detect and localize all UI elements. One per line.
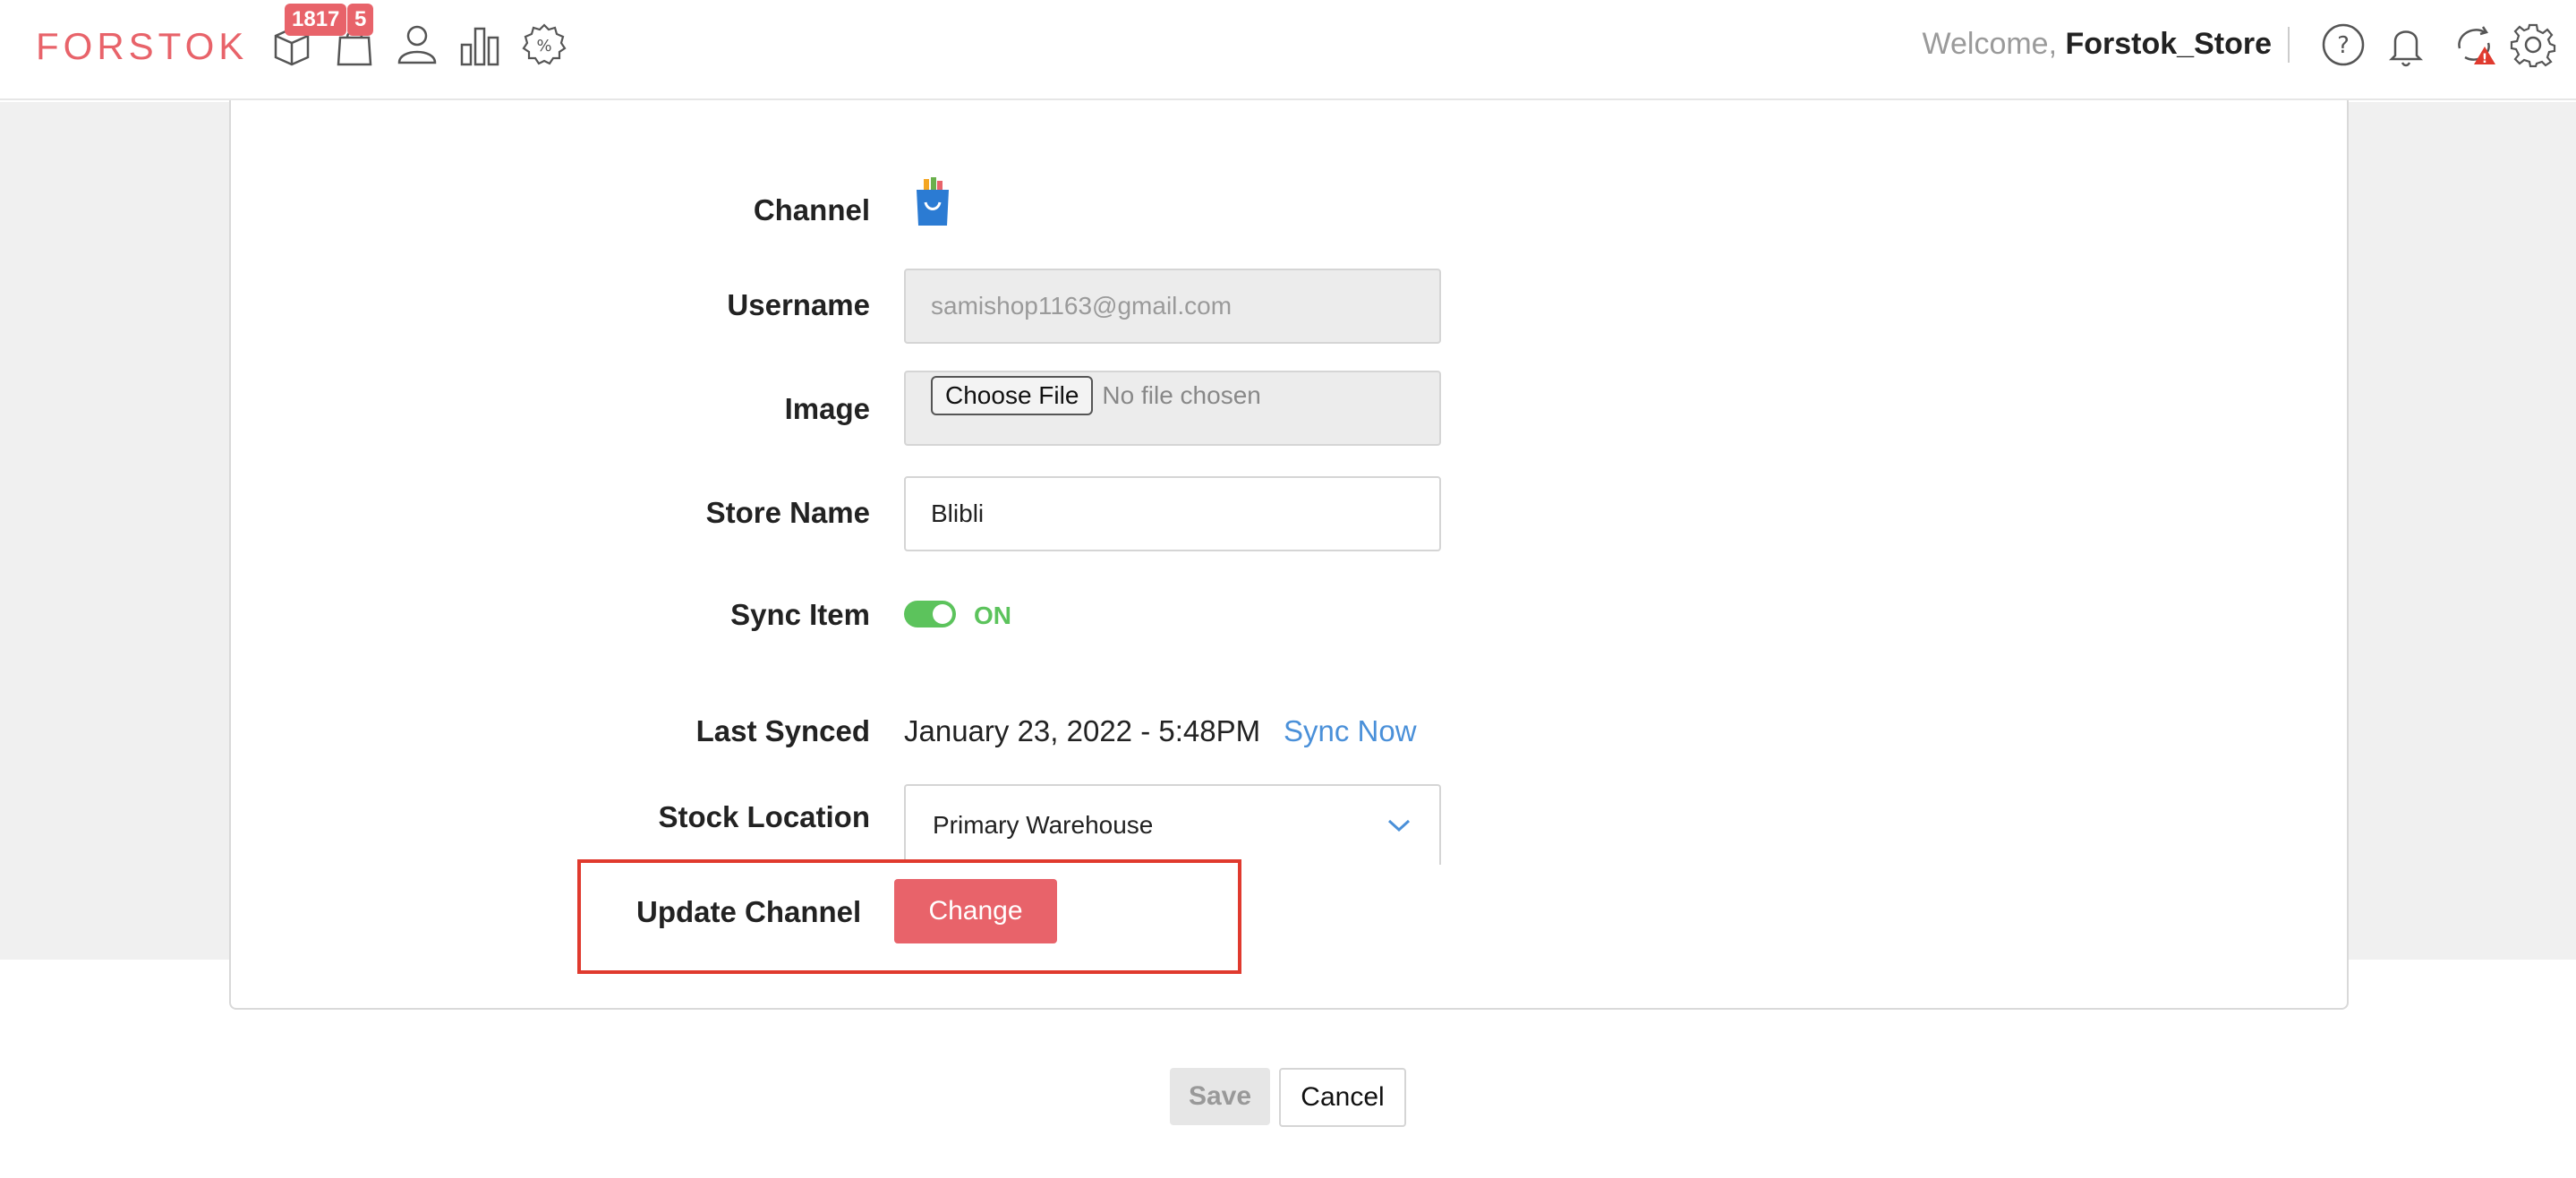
toggle-knob xyxy=(933,604,952,624)
store-name-input[interactable]: Blibli xyxy=(904,476,1441,551)
channel-label: Channel xyxy=(753,193,870,226)
forstok-logo[interactable]: FORSTOK xyxy=(36,25,248,68)
sync-item-label: Sync Item xyxy=(730,598,870,631)
last-synced-value: January 23, 2022 - 5:48PM xyxy=(904,714,1261,747)
notifications-button[interactable] xyxy=(2381,20,2431,70)
chevron-down-icon xyxy=(1387,819,1411,832)
promotions-nav[interactable]: % xyxy=(519,20,569,70)
top-navigation-bar: FORSTOK 1817 5 % Welcome, Forstok_Store … xyxy=(0,0,2576,100)
help-icon: ? xyxy=(2322,23,2365,66)
channel-settings-card: Channel Username samishop1163@gmail.com … xyxy=(229,100,2349,1010)
sync-alerts-button[interactable]: ! xyxy=(2449,20,2499,70)
reports-nav[interactable] xyxy=(455,20,505,70)
customers-nav[interactable] xyxy=(392,20,442,70)
store-name-label: Store Name xyxy=(705,496,870,529)
settings-button[interactable] xyxy=(2508,20,2558,70)
svg-text:%: % xyxy=(536,37,551,55)
image-file-field: Choose File No file chosen xyxy=(904,371,1441,446)
user-icon xyxy=(397,25,437,64)
stock-location-select[interactable]: Primary Warehouse xyxy=(904,784,1441,865)
store-username[interactable]: Forstok_Store xyxy=(2066,27,2273,61)
welcome-message: Welcome, Forstok_Store xyxy=(1923,27,2272,62)
channel-logo xyxy=(913,175,952,229)
blibli-bag-icon xyxy=(917,177,949,226)
bar-chart-icon xyxy=(460,27,499,66)
sync-item-toggle[interactable] xyxy=(904,601,956,627)
username-field[interactable]: samishop1163@gmail.com xyxy=(904,269,1441,344)
svg-text:?: ? xyxy=(2337,32,2350,59)
save-button[interactable]: Save xyxy=(1170,1068,1270,1125)
svg-text:!: ! xyxy=(2482,52,2487,66)
discount-badge-icon: % xyxy=(522,23,567,65)
sync-item-state: ON xyxy=(974,602,1011,629)
stock-location-value: Primary Warehouse xyxy=(933,811,1154,839)
gear-icon xyxy=(2510,23,2556,68)
update-channel-highlight-box: Update Channel Change xyxy=(577,859,1241,974)
update-channel-label: Update Channel xyxy=(636,895,862,928)
cancel-button[interactable]: Cancel xyxy=(1279,1068,1406,1127)
help-button[interactable]: ? xyxy=(2318,20,2368,70)
image-label: Image xyxy=(784,392,870,425)
sync-alert-icon: ! xyxy=(2458,26,2495,66)
choose-file-button[interactable]: Choose File xyxy=(931,376,1094,415)
change-channel-button[interactable]: Change xyxy=(894,879,1057,943)
sync-now-link[interactable]: Sync Now xyxy=(1284,714,1417,748)
bell-icon xyxy=(2388,30,2424,67)
username-label: Username xyxy=(727,288,870,321)
topbar-divider xyxy=(2288,27,2290,63)
file-status-text: No file chosen xyxy=(1102,381,1261,409)
welcome-prefix: Welcome, xyxy=(1922,27,2058,61)
last-synced-label: Last Synced xyxy=(695,714,870,747)
stock-location-label: Stock Location xyxy=(658,800,870,833)
orders-count-badge: 5 xyxy=(347,4,374,36)
